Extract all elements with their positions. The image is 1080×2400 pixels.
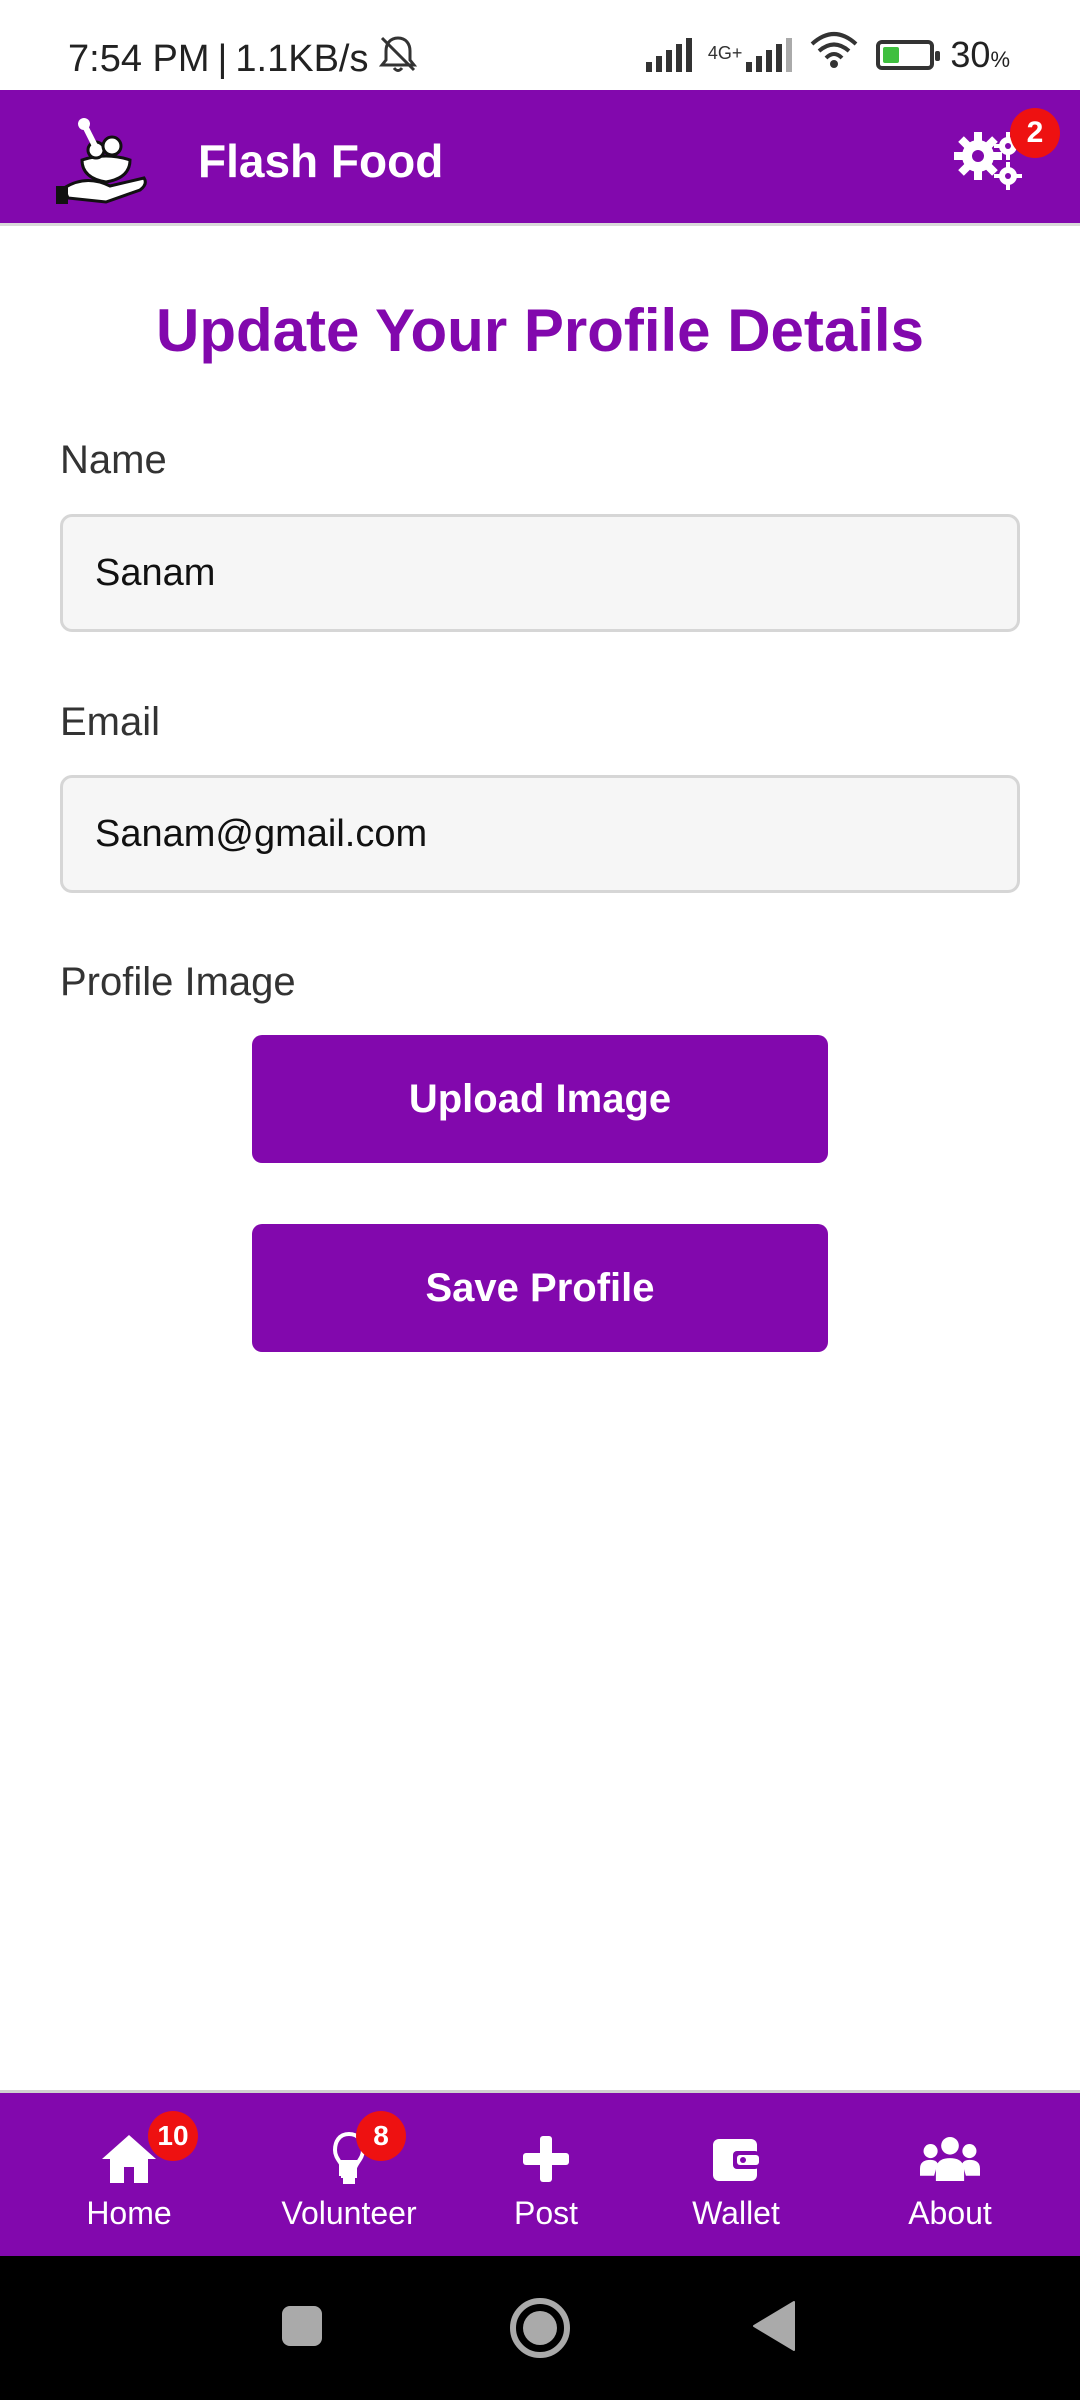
email-label: Email [60,700,161,744]
nav-label-volunteer: Volunteer [281,2195,417,2231]
settings-badge: 2 [1010,108,1060,158]
profile-image-label: Profile Image [60,960,296,1004]
signal-4g-icon: 4G+ [707,37,793,72]
recents-button[interactable] [280,2304,324,2353]
status-separator: | [217,37,228,80]
nav-label-wallet: Wallet [692,2195,780,2231]
app-bar: Flash Food 2 [0,90,1080,226]
status-time: 7:54 PM [68,37,210,80]
nav-item-volunteer[interactable]: 8 Volunteer [258,2093,440,2259]
home-system-button[interactable] [508,2296,572,2365]
page-title: Update Your Profile Details [156,297,924,364]
mute-bell-icon [376,34,420,84]
settings-button[interactable]: 2 [950,108,1060,194]
wifi-icon [808,30,860,79]
nav-item-post[interactable]: Post [440,2093,652,2259]
bottom-nav: 10 Home 8 Volunteer Post Wallet About [0,2090,1080,2256]
nav-item-wallet[interactable]: Wallet [652,2093,820,2259]
circle-icon [510,2298,570,2358]
square-icon [282,2306,322,2346]
battery-percent: 30% [950,33,1010,75]
wallet-icon [706,2129,766,2189]
nav-item-home[interactable]: 10 Home [0,2093,258,2259]
status-left: 7:54 PM | 1.1KB/s [68,34,420,84]
group-icon [920,2129,980,2189]
save-profile-button[interactable]: Save Profile [252,1224,828,1352]
back-button[interactable] [752,2300,796,2357]
nav-label-about: About [908,2195,992,2231]
plus-icon [516,2129,576,2189]
nav-item-about[interactable]: About [820,2093,1080,2259]
upload-image-button[interactable]: Upload Image [252,1035,828,1163]
status-speed: 1.1KB/s [235,37,369,80]
signal-icon [645,37,692,72]
back-triangle-icon [753,2301,795,2351]
flash-food-logo-icon [56,108,156,208]
email-input[interactable] [60,775,1020,893]
nav-label-post: Post [513,2195,579,2231]
name-label: Name [60,438,167,482]
battery-icon [876,39,941,70]
home-badge: 10 [148,2111,198,2161]
system-nav-bar [0,2256,1080,2400]
status-right: 4G+ 30% [645,30,1010,79]
volunteer-badge: 8 [356,2111,406,2161]
app-title: Flash Food [198,135,444,187]
nav-label-home: Home [86,2195,172,2231]
status-bar: 7:54 PM | 1.1KB/s 4G+ 30% [0,0,1080,90]
network-label: 4G+ [707,42,743,63]
name-input[interactable] [60,514,1020,632]
